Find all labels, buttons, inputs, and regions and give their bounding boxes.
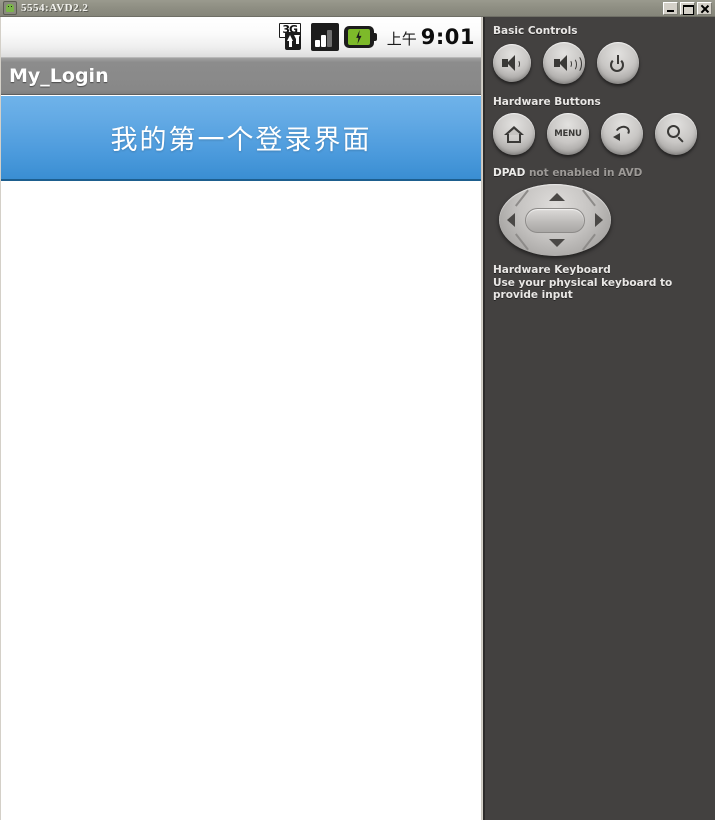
search-icon bbox=[667, 125, 685, 143]
android-robot-icon bbox=[3, 1, 17, 15]
window-title: 5554:AVD2.2 bbox=[21, 2, 89, 14]
clock-ampm: 上午 bbox=[386, 30, 417, 48]
basic-controls-label: Basic Controls bbox=[493, 25, 578, 37]
speaker-low-icon bbox=[502, 55, 522, 71]
back-arrow-icon bbox=[612, 123, 632, 143]
volume-down-button[interactable] bbox=[493, 44, 531, 82]
home-button[interactable] bbox=[493, 113, 535, 155]
dpad-up-icon[interactable] bbox=[549, 193, 565, 201]
dpad-label-rest: not enabled in AVD bbox=[525, 167, 643, 179]
close-button[interactable] bbox=[697, 2, 712, 15]
emulator-control-panel: Basic Controls Hardware Buttons MENU DPA… bbox=[483, 17, 715, 820]
back-button[interactable] bbox=[601, 113, 643, 155]
status-icons: 3G 上午 9:01 bbox=[278, 23, 475, 51]
maximize-button[interactable] bbox=[680, 2, 695, 15]
signal-bars-icon bbox=[310, 23, 339, 51]
banner-text: 我的第一个登录界面 bbox=[110, 125, 372, 156]
app-title-text: My_Login bbox=[9, 65, 109, 87]
3g-signal-icon: 3G bbox=[278, 23, 306, 51]
dpad-right-icon[interactable] bbox=[595, 213, 603, 227]
emulator-window: 5554:AVD2.2 3G 上午 9:01 My_Login 我的第一个登录界… bbox=[0, 0, 715, 820]
dpad-left-icon[interactable] bbox=[507, 213, 515, 227]
window-titlebar[interactable]: 5554:AVD2.2 bbox=[0, 0, 715, 17]
app-content-area[interactable] bbox=[1, 183, 481, 820]
dpad-center-button[interactable] bbox=[525, 208, 585, 233]
basic-controls-row bbox=[493, 42, 715, 84]
hardware-buttons-label: Hardware Buttons bbox=[493, 96, 601, 108]
phone-screen[interactable]: 3G 上午 9:01 My_Login 我的第一个登录界面 bbox=[1, 17, 482, 820]
login-banner: 我的第一个登录界面 bbox=[1, 96, 481, 181]
dpad-control[interactable] bbox=[499, 184, 611, 256]
minimize-button[interactable] bbox=[663, 2, 678, 15]
menu-button[interactable]: MENU bbox=[547, 113, 589, 155]
app-title-bar: My_Login bbox=[1, 58, 481, 95]
dpad-label: DPAD not enabled in AVD bbox=[493, 167, 715, 179]
hardware-keyboard-hint: Use your physical keyboard to provide in… bbox=[493, 277, 673, 301]
clock-time: 9:01 bbox=[420, 25, 475, 49]
hardware-keyboard-label: Hardware Keyboard bbox=[493, 264, 611, 276]
speaker-high-icon bbox=[554, 55, 582, 73]
volume-up-button[interactable] bbox=[543, 42, 585, 84]
dpad-label-strong: DPAD bbox=[493, 167, 526, 179]
window-content: 3G 上午 9:01 My_Login 我的第一个登录界面 Basic Cont… bbox=[0, 17, 715, 820]
power-button[interactable] bbox=[597, 42, 639, 84]
menu-text-icon: MENU bbox=[554, 129, 582, 139]
window-controls bbox=[663, 2, 712, 15]
hardware-buttons-row: MENU bbox=[493, 113, 715, 155]
status-clock: 上午 9:01 bbox=[387, 25, 475, 49]
android-status-bar: 3G 上午 9:01 bbox=[1, 17, 481, 58]
dpad-down-icon[interactable] bbox=[549, 239, 565, 247]
search-button[interactable] bbox=[655, 113, 697, 155]
home-icon bbox=[504, 125, 524, 143]
battery-charging-icon bbox=[343, 26, 377, 48]
power-icon bbox=[610, 54, 626, 72]
